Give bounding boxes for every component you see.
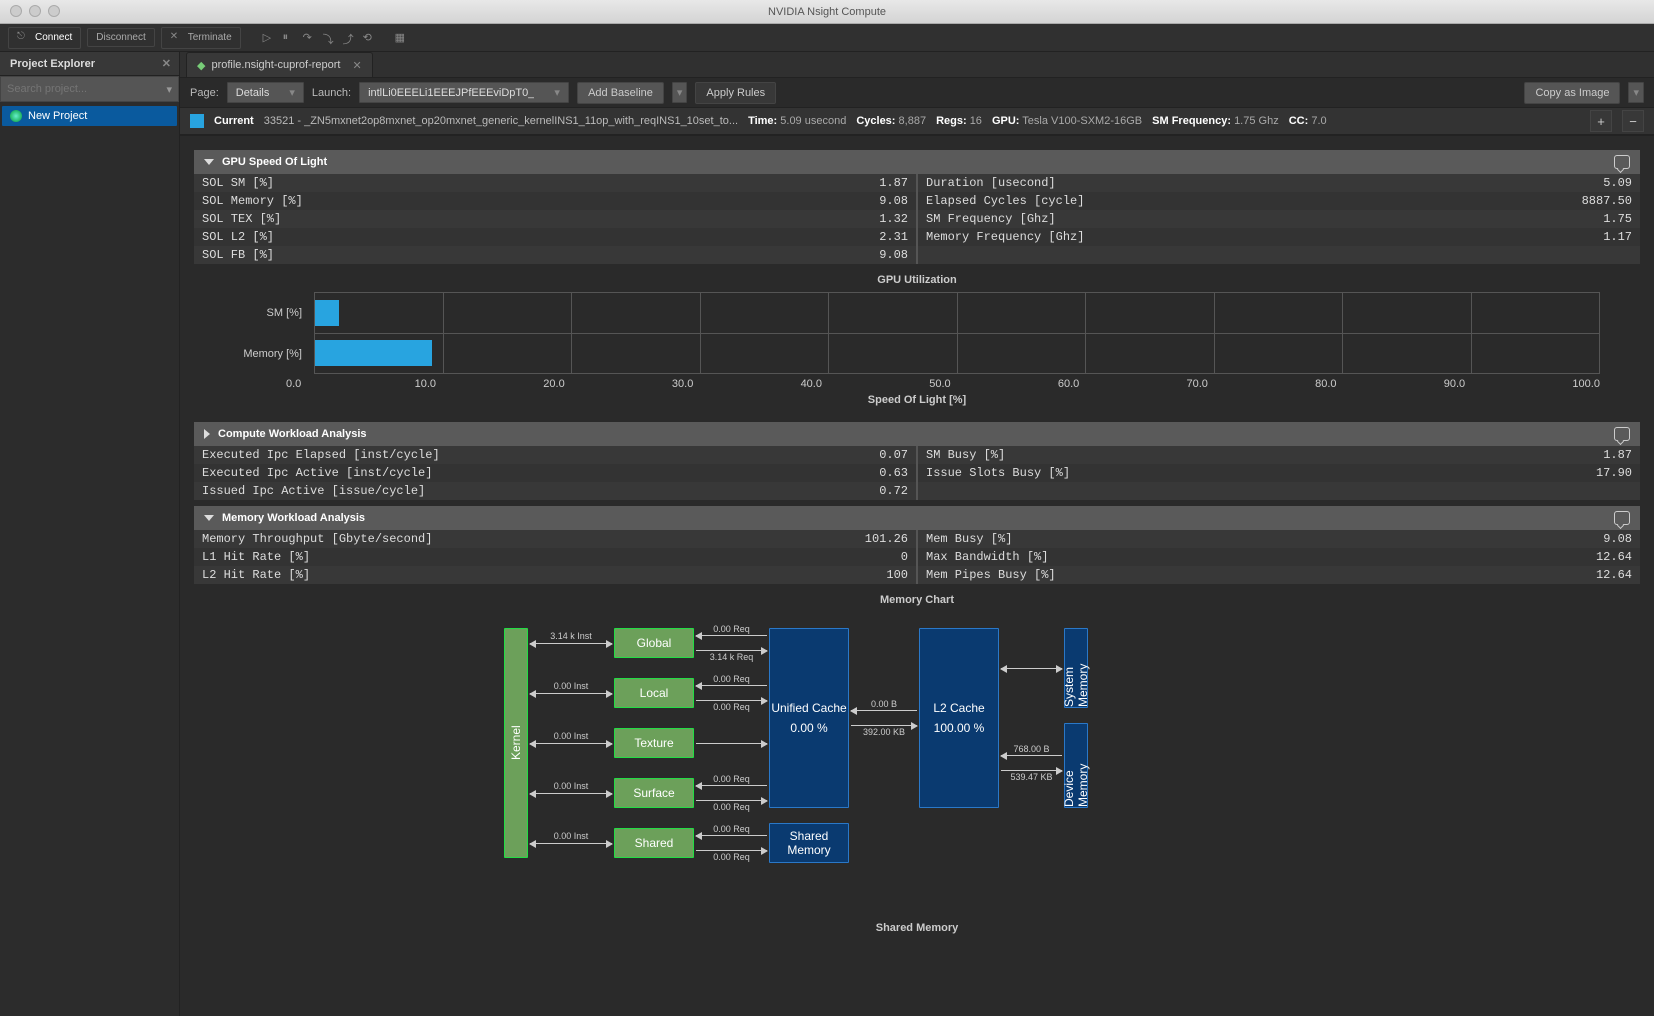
caret-right-icon (204, 429, 210, 439)
zoom-icon[interactable] (48, 5, 60, 17)
editor-tabs: ◆ profile.nsight-cuprof-report ✕ (180, 52, 1654, 78)
node-global: Global (614, 628, 694, 658)
bar-mem (315, 340, 432, 366)
current-bar: Current 33521 - _ZN5mxnet2op8mxnet_op20m… (180, 108, 1654, 136)
project-item[interactable]: New Project (2, 106, 177, 126)
app-title: NVIDIA Nsight Compute (768, 6, 886, 18)
window-titlebar: NVIDIA Nsight Compute (0, 0, 1654, 24)
terminate-button[interactable]: ✕Terminate (161, 27, 241, 49)
node-kernel: Kernel (504, 628, 528, 858)
memory-metrics: Memory Throughput [Gbyte/second]101.26L1… (194, 530, 1640, 584)
search-row: ▾ (0, 76, 179, 102)
close-icon[interactable]: ✕ (162, 57, 171, 70)
panel-header: Project Explorer ✕ (0, 52, 179, 76)
report-scroll[interactable]: GPU Speed Of Light SOL SM [%]1.87SOL Mem… (180, 136, 1654, 1016)
apply-rules-button[interactable]: Apply Rules (695, 82, 776, 104)
add-baseline-button[interactable]: Add Baseline (577, 82, 664, 104)
section-memory-header[interactable]: Memory Workload Analysis (194, 506, 1640, 530)
project-explorer-panel: Project Explorer ✕ ▾ New Project (0, 52, 180, 1016)
step-over-icon[interactable]: ↷ (303, 31, 317, 45)
node-surface: Surface (614, 778, 694, 808)
metric-row: SOL TEX [%]1.32 (194, 210, 916, 228)
stop-icon: ✕ (170, 31, 184, 45)
node-shared-memory: Shared Memory (769, 823, 849, 863)
close-icon[interactable]: ✕ (352, 59, 361, 72)
metric-row: L1 Hit Rate [%]0 (194, 548, 916, 566)
chevron-down-icon[interactable]: ▾ (166, 83, 172, 96)
metric-row: Executed Ipc Active [inst/cycle]0.63 (194, 464, 916, 482)
metric-row: Mem Busy [%]9.08 (918, 530, 1640, 548)
metric-row: Memory Throughput [Gbyte/second]101.26 (194, 530, 916, 548)
metric-row: Issued Ipc Active [issue/cycle]0.72 (194, 482, 916, 500)
metric-row: Mem Pipes Busy [%]12.64 (918, 566, 1640, 584)
section-compute-header[interactable]: Compute Workload Analysis (194, 422, 1640, 446)
minimize-icon[interactable] (29, 5, 41, 17)
add-button[interactable]: + (1590, 110, 1612, 132)
metric-row: Executed Ipc Elapsed [inst/cycle]0.07 (194, 446, 916, 464)
report-tab[interactable]: ◆ profile.nsight-cuprof-report ✕ (186, 52, 373, 77)
plug-icon: ⎋ (17, 31, 31, 45)
node-device-memory: Device Memory (1064, 723, 1088, 808)
search-input[interactable] (7, 83, 166, 95)
section-sol-header[interactable]: GPU Speed Of Light (194, 150, 1640, 174)
play-icon[interactable]: ▷ (263, 31, 277, 45)
current-chip (190, 114, 204, 128)
traffic-lights (10, 5, 60, 17)
close-icon[interactable] (10, 5, 22, 17)
metric-row: Elapsed Cycles [cycle]8887.50 (918, 192, 1640, 210)
minus-button[interactable]: − (1622, 110, 1644, 132)
comment-icon[interactable] (1614, 511, 1630, 525)
metric-row: Issue Slots Busy [%]17.90 (918, 464, 1640, 482)
sol-metrics: SOL SM [%]1.87SOL Memory [%]9.08SOL TEX … (194, 174, 1640, 264)
step-into-icon[interactable]: ⤵ (323, 31, 337, 45)
filter-icon[interactable]: ▦ (395, 31, 409, 45)
restart-icon[interactable]: ⟲ (363, 31, 377, 45)
comment-icon[interactable] (1614, 155, 1630, 169)
metric-row: SOL FB [%]9.08 (194, 246, 916, 264)
metric-row: SOL SM [%]1.87 (194, 174, 916, 192)
metric-row: SOL Memory [%]9.08 (194, 192, 916, 210)
compute-metrics: Executed Ipc Elapsed [inst/cycle]0.07Exe… (194, 446, 1640, 500)
metric-row: SOL L2 [%]2.31 (194, 228, 916, 246)
baseline-dropdown[interactable]: ▾ (672, 82, 688, 103)
pause-icon[interactable]: ⏸ (283, 31, 297, 45)
project-icon (10, 110, 22, 122)
report-icon: ◆ (197, 59, 205, 72)
connect-button[interactable]: ⎋Connect (8, 27, 81, 49)
page-select[interactable]: Details▾ (227, 82, 304, 103)
page-label: Page: (190, 87, 219, 99)
metric-row: Duration [usecond]5.09 (918, 174, 1640, 192)
chart-title: GPU Utilization (194, 264, 1640, 292)
metric-row: Memory Frequency [Ghz]1.17 (918, 228, 1640, 246)
disconnect-button[interactable]: Disconnect (87, 28, 154, 47)
copy-as-image-button[interactable]: Copy as Image (1524, 82, 1620, 104)
copy-dropdown[interactable]: ▾ (1628, 82, 1644, 103)
launch-select[interactable]: intlLi0EEELi1EEEJPfEEEviDpT0_▾ (359, 82, 569, 103)
caret-down-icon (204, 515, 214, 521)
bar-sm (315, 300, 339, 326)
gpu-util-chart: SM [%] Memory [%] (194, 292, 1640, 374)
memory-diagram: Kernel Global Local Texture Surface Shar… (194, 618, 1640, 908)
node-unified-cache: Unified Cache0.00 % (769, 628, 849, 808)
caret-down-icon (204, 159, 214, 165)
node-system-memory: System Memory (1064, 628, 1088, 708)
metric-row: SM Frequency [Ghz]1.75 (918, 210, 1640, 228)
node-local: Local (614, 678, 694, 708)
node-l2-cache: L2 Cache100.00 % (919, 628, 999, 808)
launch-label: Launch: (312, 87, 351, 99)
main-toolbar: ⎋Connect Disconnect ✕Terminate ▷ ⏸ ↷ ⤵ ⤴… (0, 24, 1654, 52)
step-out-icon[interactable]: ⤴ (343, 31, 357, 45)
metric-row: Max Bandwidth [%]12.64 (918, 548, 1640, 566)
metric-row: SM Busy [%]1.87 (918, 446, 1640, 464)
node-texture: Texture (614, 728, 694, 758)
metric-row: L2 Hit Rate [%]100 (194, 566, 916, 584)
report-toolbar: Page: Details▾ Launch: intlLi0EEELi1EEEJ… (180, 78, 1654, 108)
comment-icon[interactable] (1614, 427, 1630, 441)
node-shared: Shared (614, 828, 694, 858)
